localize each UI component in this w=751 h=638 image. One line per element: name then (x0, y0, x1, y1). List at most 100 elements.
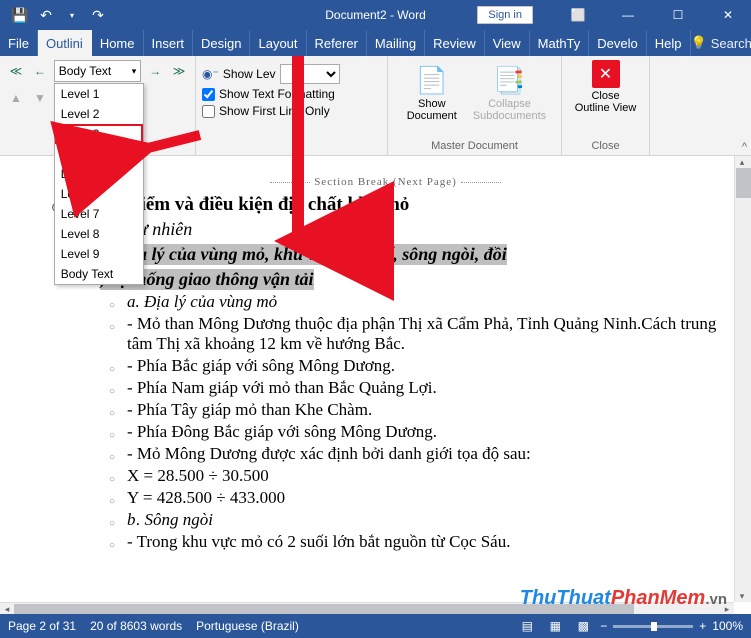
heading-3-selected[interactable]: 1. Địa lý của vùng mỏ, khu vực thiết kế,… (102, 244, 507, 265)
body-text[interactable]: - Phía Bắc giáp với sông Mông Dương. (127, 356, 395, 376)
chevron-down-icon: ▾ (132, 66, 137, 77)
close-icon[interactable]: ✕ (705, 0, 751, 30)
document-title: Document2 - Word (325, 8, 425, 22)
vertical-scrollbar[interactable]: ▴ ▾ (734, 156, 751, 602)
tab-view[interactable]: View (485, 30, 530, 56)
outline-bullet (105, 470, 119, 486)
body-text[interactable]: - Mỏ than Mông Dương thuộc địa phận Thị … (127, 314, 721, 354)
level-item-5[interactable]: Level 5 (55, 164, 143, 184)
show-first-line-checkbox[interactable]: Show First Line Only (202, 104, 381, 118)
maximize-icon[interactable]: ☐ (655, 0, 701, 30)
level-item-7[interactable]: Level 7 (55, 204, 143, 224)
ribbon: ≪ ← Body Text▾ Level 1 Level 2 Level 3 L… (0, 56, 751, 156)
level-item-2[interactable]: Level 2 (55, 104, 143, 124)
show-level-combo[interactable] (280, 64, 340, 84)
body-text[interactable]: - Phía Đông Bắc giáp với sông Mông Dương… (127, 422, 437, 442)
level-item-6[interactable]: Level 6 (55, 184, 143, 204)
outline-bullet (105, 448, 119, 464)
close-x-icon: ✕ (592, 60, 620, 88)
tab-outlining[interactable]: Outlini (38, 30, 92, 56)
print-layout-icon[interactable]: ▦ (544, 617, 566, 635)
master-document-label: Master Document (431, 140, 518, 153)
zoom-in-icon[interactable]: + (699, 619, 706, 633)
promote-icon[interactable]: ← (30, 61, 50, 81)
outline-level-combo[interactable]: Body Text▾ Level 1 Level 2 Level 3 Level… (54, 60, 142, 82)
tab-developer[interactable]: Develo (589, 30, 646, 56)
search-box[interactable]: 💡Search (691, 35, 751, 51)
scroll-thumb[interactable] (736, 168, 751, 198)
tab-layout[interactable]: Layout (250, 30, 306, 56)
level-item-body[interactable]: Body Text (55, 264, 143, 284)
signin-button[interactable]: Sign in (477, 6, 533, 24)
show-document-button[interactable]: 📄 Show Document (403, 64, 461, 122)
body-text[interactable]: - Phía Nam giáp với mỏ than Bắc Quảng Lợ… (127, 378, 437, 398)
close-group-label: Close (591, 140, 619, 153)
lightbulb-icon: 💡 (691, 35, 707, 51)
zoom-out-icon[interactable]: − (600, 619, 607, 633)
web-layout-icon[interactable]: ▩ (572, 617, 594, 635)
outline-bullet (105, 426, 119, 442)
body-text[interactable]: - Mỏ Mông Dương được xác định bởi danh g… (127, 444, 531, 464)
tab-mathtype[interactable]: MathTy (530, 30, 590, 56)
body-text[interactable]: b. b. Sông ngòiSông ngòi (127, 510, 213, 530)
body-text[interactable]: - Phía Tây giáp mỏ than Khe Chàm. (127, 400, 372, 420)
redo-icon[interactable]: ↷ (86, 3, 110, 27)
show-level-icon: ◉⁻ (202, 67, 219, 81)
save-icon[interactable]: 💾 (8, 3, 32, 27)
body-text[interactable]: X = 28.500 ÷ 30.500 (127, 466, 269, 486)
move-down-icon[interactable]: ▼ (30, 88, 50, 108)
page-indicator[interactable]: Page 2 of 31 (8, 619, 76, 633)
close-outline-view-button[interactable]: ✕ Close Outline View (575, 60, 637, 114)
outline-bullet (105, 360, 119, 376)
collapse-icon: 📑 (493, 64, 525, 96)
outline-bullet (105, 536, 119, 552)
outline-bullet (105, 296, 119, 312)
titlebar: 💾 ↶ ▾ ↷ Document2 - Word Sign in ⬜ — ☐ ✕ (0, 0, 751, 30)
tab-design[interactable]: Design (193, 30, 250, 56)
level-item-8[interactable]: Level 8 (55, 224, 143, 244)
collapse-ribbon-icon[interactable]: ^ (742, 141, 747, 153)
outline-bullet (105, 382, 119, 398)
show-formatting-checkbox[interactable]: Show Text Formatting (202, 87, 381, 101)
word-count[interactable]: 20 of 8603 words (90, 619, 182, 633)
document-icon: 📄 (416, 64, 448, 96)
tab-review[interactable]: Review (425, 30, 485, 56)
outline-bullet (105, 318, 119, 334)
section-break-marker: Section Break (Next Page) (50, 176, 721, 188)
ribbon-options-icon[interactable]: ⬜ (555, 0, 601, 30)
tab-insert[interactable]: Insert (144, 30, 194, 56)
tab-mailings[interactable]: Mailing (367, 30, 425, 56)
promote-to-heading1-icon[interactable]: ≪ (6, 61, 26, 81)
tab-help[interactable]: Help (647, 30, 691, 56)
tab-references[interactable]: Referer (307, 30, 367, 56)
level-item-4[interactable]: Level 4 (55, 144, 143, 164)
level-item-3[interactable]: Level 3 (55, 124, 143, 144)
level-item-1[interactable]: Level 1 (55, 84, 143, 104)
outline-level-dropdown: Level 1 Level 2 Level 3 Level 4 Level 5 … (54, 83, 144, 285)
undo-icon[interactable]: ↶ (34, 3, 58, 27)
body-text[interactable]: Y = 428.500 ÷ 433.000 (127, 488, 285, 508)
collapse-subdocuments-button: 📑 Collapse Subdocuments (473, 64, 546, 122)
body-text[interactable]: - Trong khu vực mỏ có 2 suối lớn bắt ngu… (127, 532, 510, 552)
qat-dropdown-icon[interactable]: ▾ (60, 3, 84, 27)
zoom-level[interactable]: 100% (712, 619, 743, 633)
tab-home[interactable]: Home (92, 30, 144, 56)
demote-to-body-icon[interactable]: ≫ (169, 61, 189, 81)
language-indicator[interactable]: Portuguese (Brazil) (196, 619, 299, 633)
ribbon-tabs: File Outlini Home Insert Design Layout R… (0, 30, 751, 56)
level-item-9[interactable]: Level 9 (55, 244, 143, 264)
read-mode-icon[interactable]: ▤ (516, 617, 538, 635)
outline-bullet (105, 404, 119, 420)
outline-bullet (105, 492, 119, 508)
scroll-down-icon[interactable]: ▾ (735, 590, 749, 602)
body-text[interactable]: a. Địa lý của vùng mỏ (127, 292, 277, 312)
scroll-up-icon[interactable]: ▴ (735, 156, 749, 168)
show-level-label: Show Lev (223, 67, 276, 81)
zoom-slider[interactable] (613, 625, 693, 628)
demote-icon[interactable]: → (145, 61, 165, 81)
statusbar: Page 2 of 31 20 of 8603 words Portuguese… (0, 614, 751, 638)
tab-file[interactable]: File (0, 30, 38, 56)
move-up-icon[interactable]: ▲ (6, 88, 26, 108)
minimize-icon[interactable]: — (605, 0, 651, 30)
outline-bullet (105, 514, 119, 530)
